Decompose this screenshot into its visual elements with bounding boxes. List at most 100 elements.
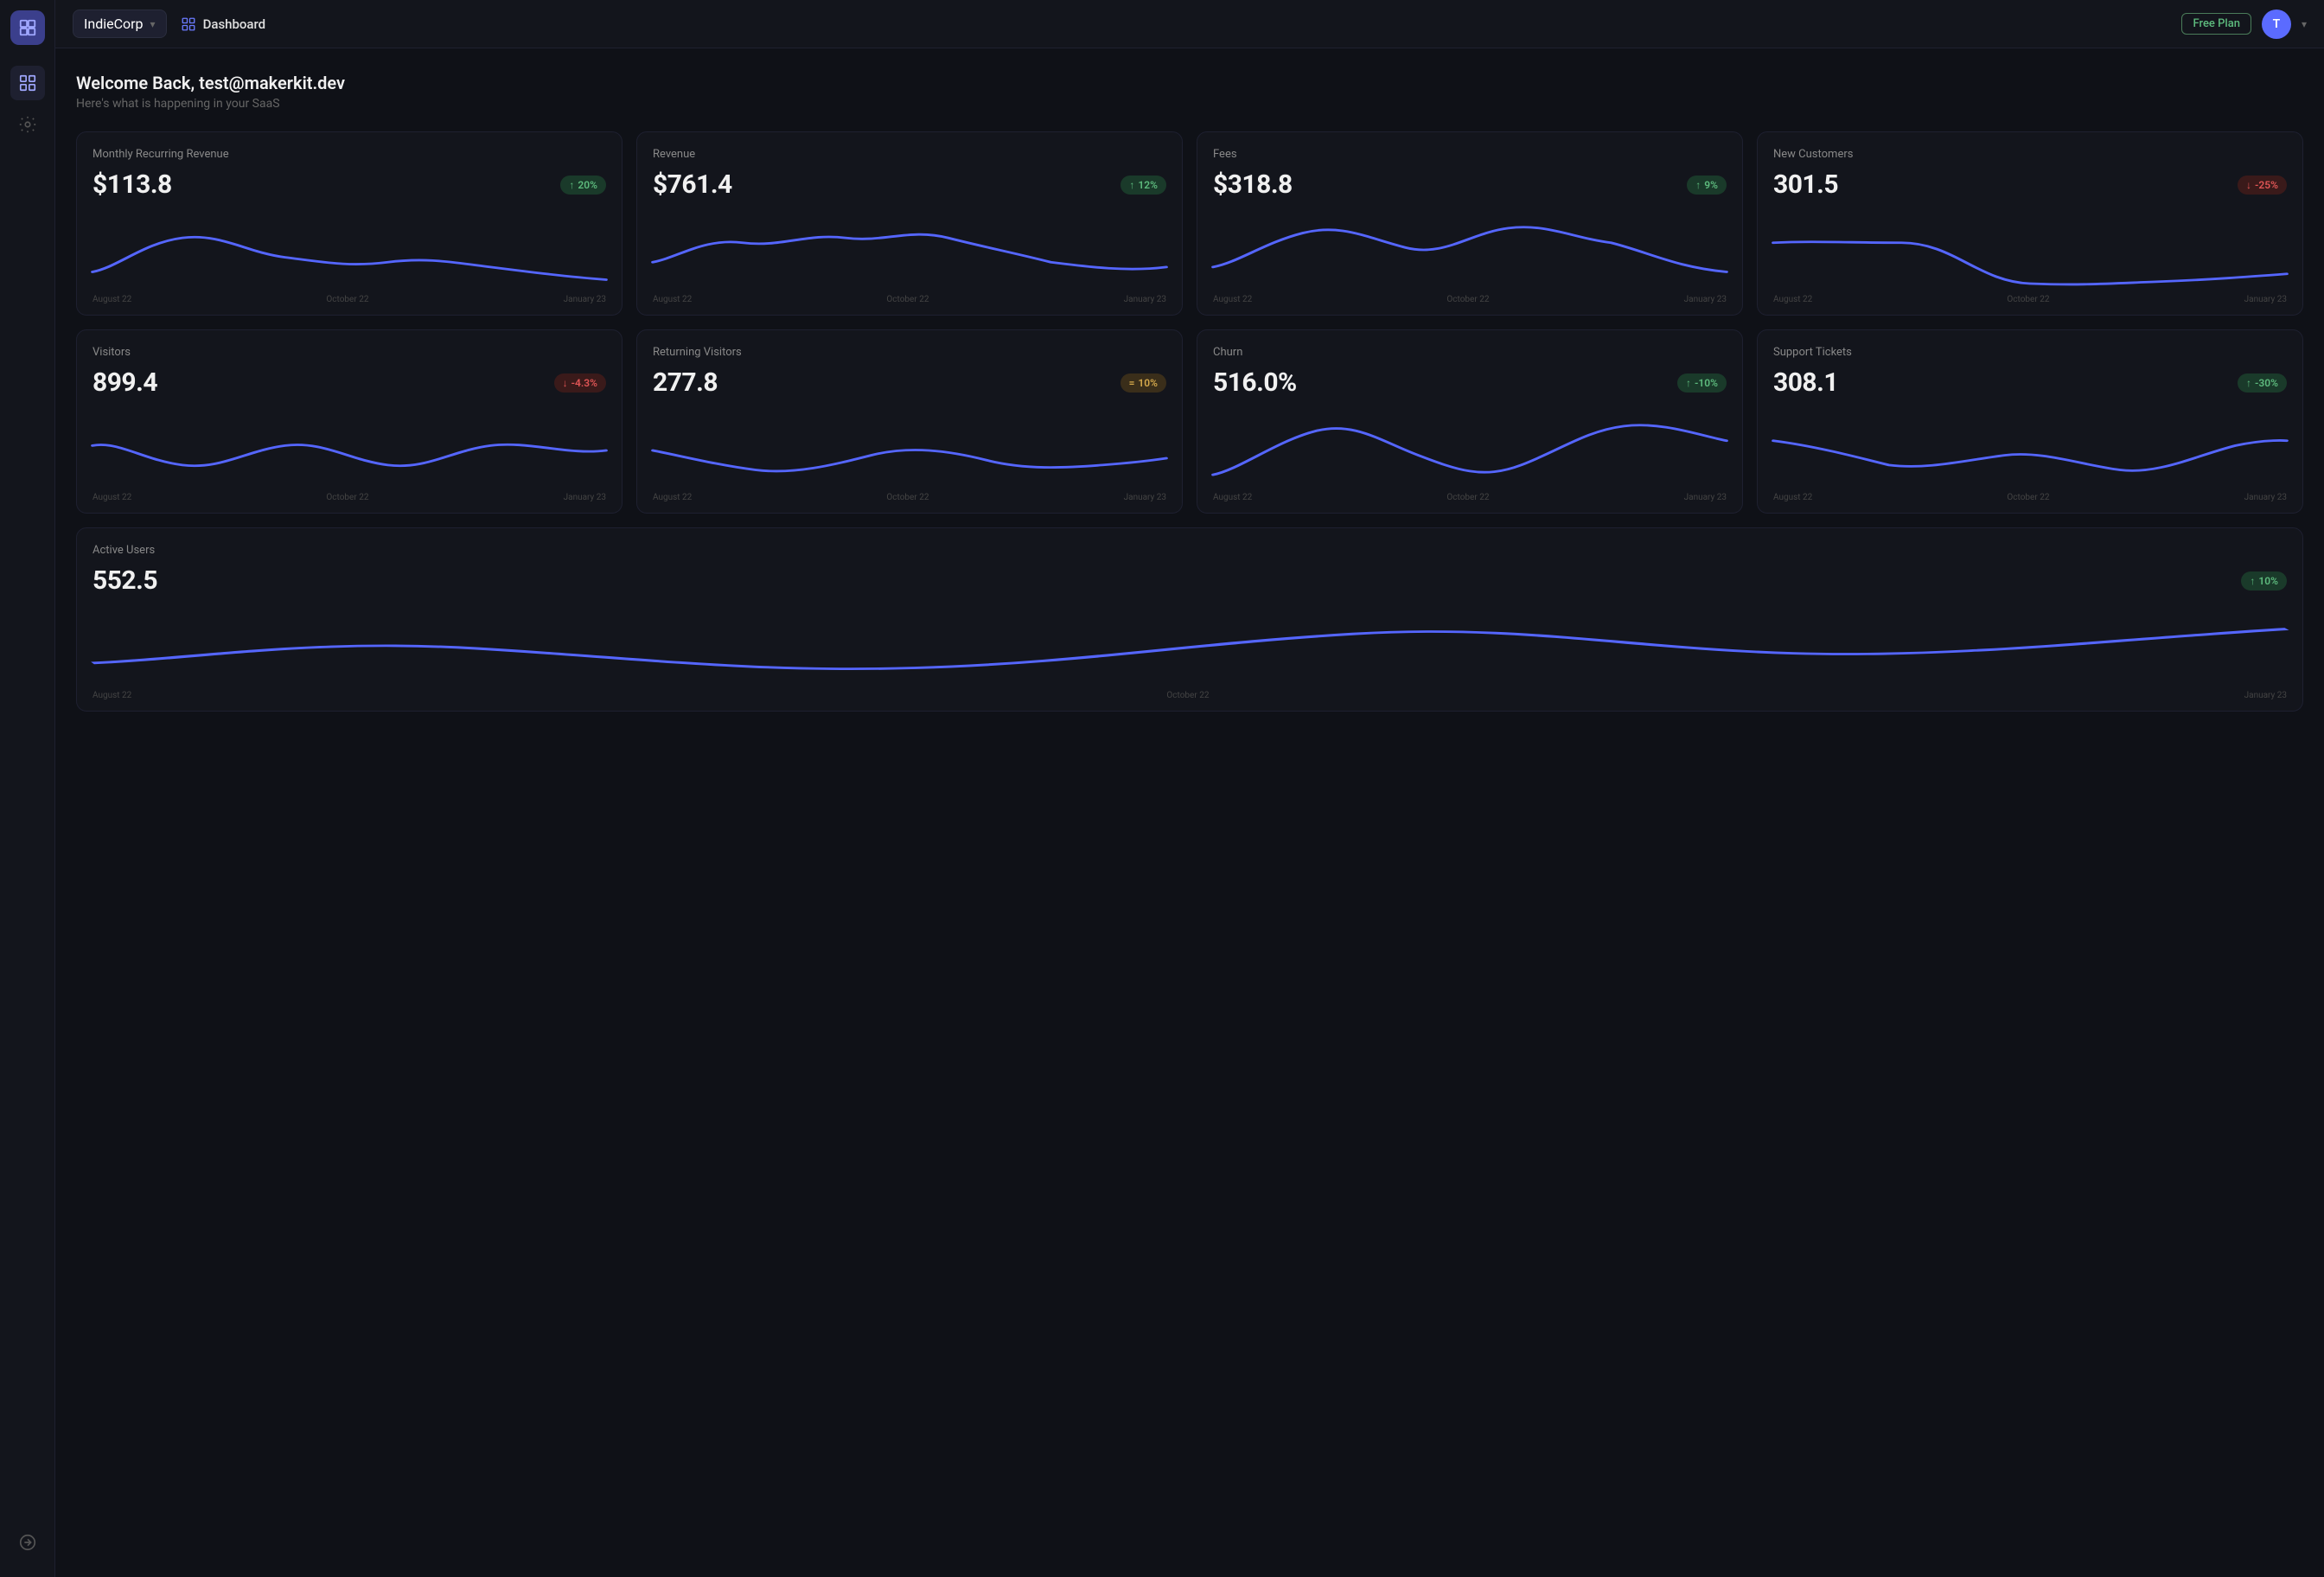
chart-label-0-2: January 23 bbox=[564, 295, 606, 304]
metric-badge-0: ↑ 20% bbox=[560, 176, 606, 195]
welcome-section: Welcome Back, test@makerkit.dev Here's w… bbox=[76, 73, 2303, 111]
org-name: IndieCorp bbox=[84, 16, 144, 32]
chart-labels-6: August 22 October 22 January 23 bbox=[1213, 493, 1727, 502]
chart-labels-7: August 22 October 22 January 23 bbox=[1773, 493, 2287, 502]
metric-label-1: Revenue bbox=[653, 148, 1166, 161]
metric-badge-5: = 10% bbox=[1120, 374, 1166, 393]
sidebar-arrow-icon[interactable] bbox=[10, 1525, 45, 1560]
metric-card-0: Monthly Recurring Revenue $113.8 ↑ 20% A… bbox=[76, 131, 622, 316]
metric-label-2: Fees bbox=[1213, 148, 1727, 161]
chart-label-7-0: August 22 bbox=[1773, 493, 1812, 502]
sidebar-bottom bbox=[10, 1525, 45, 1567]
metric-chart-1 bbox=[653, 214, 1166, 291]
org-chevron-icon: ▾ bbox=[150, 18, 156, 30]
chart-label-6-0: August 22 bbox=[1213, 493, 1252, 502]
metric-label-3: New Customers bbox=[1773, 148, 2287, 161]
metric-value-row-2: $318.8 ↑ 9% bbox=[1213, 169, 1727, 200]
metric-value-5: 277.8 bbox=[653, 367, 718, 398]
au-label-3: January 23 bbox=[2244, 691, 2287, 700]
metric-card-1: Revenue $761.4 ↑ 12% August 22 October bbox=[636, 131, 1183, 316]
metric-label-6: Churn bbox=[1213, 346, 1727, 359]
chart-label-0-1: October 22 bbox=[326, 295, 368, 304]
metric-badge-text-7: -30% bbox=[2255, 377, 2278, 389]
active-users-badge-arrow: ↑ bbox=[2250, 575, 2255, 587]
chart-label-4-0: August 22 bbox=[93, 493, 131, 502]
org-selector[interactable]: IndieCorp ▾ bbox=[73, 10, 167, 38]
chart-label-1-1: October 22 bbox=[886, 295, 929, 304]
metric-value-1: $761.4 bbox=[653, 169, 732, 200]
metric-value-row-1: $761.4 ↑ 12% bbox=[653, 169, 1166, 200]
metric-badge-4: ↓ -4.3% bbox=[554, 374, 606, 393]
metric-value-0: $113.8 bbox=[93, 169, 172, 200]
metric-card-4: Visitors 899.4 ↓ -4.3% August 22 Octob bbox=[76, 329, 622, 514]
metric-badge-text-1: 12% bbox=[1138, 179, 1158, 191]
metric-label-0: Monthly Recurring Revenue bbox=[93, 148, 606, 161]
avatar[interactable]: T bbox=[2262, 10, 2291, 39]
chart-label-6-1: October 22 bbox=[1446, 493, 1489, 502]
sidebar bbox=[0, 0, 55, 1577]
metric-chart-3 bbox=[1773, 214, 2287, 291]
metric-badge-7: ↑ -30% bbox=[2238, 374, 2287, 393]
metric-value-row-5: 277.8 = 10% bbox=[653, 367, 1166, 398]
chart-label-4-1: October 22 bbox=[326, 493, 368, 502]
content-area: Welcome Back, test@makerkit.dev Here's w… bbox=[55, 48, 2324, 1577]
main-area: IndieCorp ▾ Dashboard Free Plan T ▾ Welc… bbox=[55, 0, 2324, 1577]
metric-chart-2 bbox=[1213, 214, 1727, 291]
chart-label-6-2: January 23 bbox=[1684, 493, 1727, 502]
chart-labels-3: August 22 October 22 January 23 bbox=[1773, 295, 2287, 304]
welcome-title: Welcome Back, test@makerkit.dev bbox=[76, 73, 2303, 93]
active-users-chart-labels: August 22 October 22 January 23 bbox=[93, 691, 2287, 700]
metric-badge-text-5: 10% bbox=[1138, 377, 1158, 389]
chart-labels-2: August 22 October 22 January 23 bbox=[1213, 295, 1727, 304]
chart-label-5-2: January 23 bbox=[1124, 493, 1166, 502]
metric-value-row-7: 308.1 ↑ -30% bbox=[1773, 367, 2287, 398]
metric-chart-6 bbox=[1213, 412, 1727, 489]
metric-card-2: Fees $318.8 ↑ 9% August 22 October 22 bbox=[1197, 131, 1743, 316]
metric-chart-7 bbox=[1773, 412, 2287, 489]
active-users-chart bbox=[93, 610, 2287, 687]
chart-label-0-0: August 22 bbox=[93, 295, 131, 304]
metric-badge-text-0: 20% bbox=[578, 179, 597, 191]
metric-value-3: 301.5 bbox=[1773, 169, 1838, 200]
au-label-2: October 22 bbox=[1166, 691, 1209, 700]
active-users-badge-text: 10% bbox=[2258, 575, 2278, 587]
metric-chart-5 bbox=[653, 412, 1166, 489]
active-users-badge: ↑ 10% bbox=[2241, 571, 2287, 591]
metric-label-5: Returning Visitors bbox=[653, 346, 1166, 359]
metric-arrow-2: ↑ bbox=[1695, 179, 1701, 191]
avatar-chevron-icon[interactable]: ▾ bbox=[2302, 18, 2307, 30]
active-users-value-row: 552.5 ↑ 10% bbox=[93, 565, 2287, 596]
metrics-grid-row1: Monthly Recurring Revenue $113.8 ↑ 20% A… bbox=[76, 131, 2303, 316]
sidebar-item-dashboard[interactable] bbox=[10, 66, 45, 100]
metric-badge-3: ↓ -25% bbox=[2238, 176, 2287, 195]
metric-value-row-0: $113.8 ↑ 20% bbox=[93, 169, 606, 200]
chart-labels-1: August 22 October 22 January 23 bbox=[653, 295, 1166, 304]
chart-labels-4: August 22 October 22 January 23 bbox=[93, 493, 606, 502]
nav-title: Dashboard bbox=[203, 16, 266, 32]
metric-arrow-7: ↑ bbox=[2246, 377, 2251, 389]
logo[interactable] bbox=[10, 10, 45, 45]
chart-label-1-2: January 23 bbox=[1124, 295, 1166, 304]
metric-arrow-6: ↑ bbox=[1686, 377, 1691, 389]
dashboard-icon bbox=[181, 16, 196, 32]
active-users-card: Active Users 552.5 ↑ 10% bbox=[76, 527, 2303, 712]
sidebar-item-settings[interactable] bbox=[10, 107, 45, 142]
metric-badge-text-3: -25% bbox=[2255, 179, 2278, 191]
chart-label-2-0: August 22 bbox=[1213, 295, 1252, 304]
metric-arrow-1: ↑ bbox=[1129, 179, 1134, 191]
metric-label-7: Support Tickets bbox=[1773, 346, 2287, 359]
metric-card-5: Returning Visitors 277.8 = 10% August 22 bbox=[636, 329, 1183, 514]
active-users-value: 552.5 bbox=[93, 565, 157, 596]
chart-label-7-1: October 22 bbox=[2007, 493, 2049, 502]
metric-badge-2: ↑ 9% bbox=[1687, 176, 1727, 195]
chart-labels-0: August 22 October 22 January 23 bbox=[93, 295, 606, 304]
active-users-label: Active Users bbox=[93, 544, 2287, 557]
metric-arrow-3: ↓ bbox=[2246, 179, 2251, 191]
metric-arrow-0: ↑ bbox=[569, 179, 574, 191]
metric-value-row-3: 301.5 ↓ -25% bbox=[1773, 169, 2287, 200]
chart-label-2-1: October 22 bbox=[1446, 295, 1489, 304]
metric-badge-text-2: 9% bbox=[1704, 179, 1718, 191]
chart-label-5-0: August 22 bbox=[653, 493, 692, 502]
chart-label-4-2: January 23 bbox=[564, 493, 606, 502]
free-plan-badge[interactable]: Free Plan bbox=[2181, 13, 2251, 35]
